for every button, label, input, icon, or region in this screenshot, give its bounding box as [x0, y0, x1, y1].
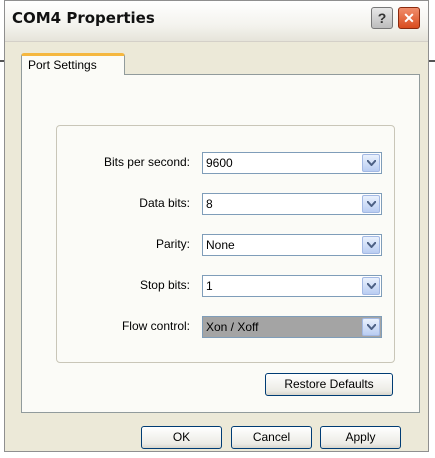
data-bits-value: 8: [206, 197, 213, 211]
close-icon: ✕: [403, 9, 415, 26]
stop-bits-label: Stop bits:: [139, 278, 190, 292]
chevron-down-icon[interactable]: [362, 195, 380, 213]
port-settings-panel: Bits per second: 9600 Data bits: 8 Parit…: [21, 74, 420, 413]
title-bar[interactable]: COM4 Properties ? ✕: [5, 1, 428, 42]
cancel-button[interactable]: Cancel: [231, 426, 312, 449]
bits-per-second-label: Bits per second:: [103, 155, 190, 169]
tab-port-settings[interactable]: Port Settings: [21, 53, 125, 75]
chevron-down-icon[interactable]: [362, 318, 380, 336]
ok-button[interactable]: OK: [141, 426, 222, 449]
help-button[interactable]: ?: [371, 7, 393, 29]
close-button[interactable]: ✕: [398, 7, 420, 29]
restore-defaults-button[interactable]: Restore Defaults: [265, 373, 393, 396]
chevron-down-icon[interactable]: [362, 236, 380, 254]
apply-button[interactable]: Apply: [320, 426, 401, 449]
parity-value: None: [206, 238, 235, 252]
help-icon: ?: [377, 10, 387, 26]
data-bits-label: Data bits:: [139, 196, 190, 210]
parity-select[interactable]: None: [202, 234, 382, 256]
stop-bits-value: 1: [206, 279, 213, 293]
com4-properties-dialog: COM4 Properties ? ✕ Port Settings Bits p…: [4, 0, 429, 452]
bits-per-second-select[interactable]: 9600: [202, 152, 382, 174]
flow-control-value: Xon / Xoff: [206, 320, 259, 334]
flow-control-select[interactable]: Xon / Xoff: [202, 316, 382, 338]
stop-bits-select[interactable]: 1: [202, 275, 382, 297]
bits-per-second-value: 9600: [206, 156, 233, 170]
parity-label: Parity:: [155, 237, 190, 251]
flow-control-label: Flow control:: [121, 319, 190, 333]
chevron-down-icon[interactable]: [362, 277, 380, 295]
data-bits-select[interactable]: 8: [202, 193, 382, 215]
chevron-down-icon[interactable]: [362, 154, 380, 172]
window-title: COM4 Properties: [12, 9, 155, 27]
